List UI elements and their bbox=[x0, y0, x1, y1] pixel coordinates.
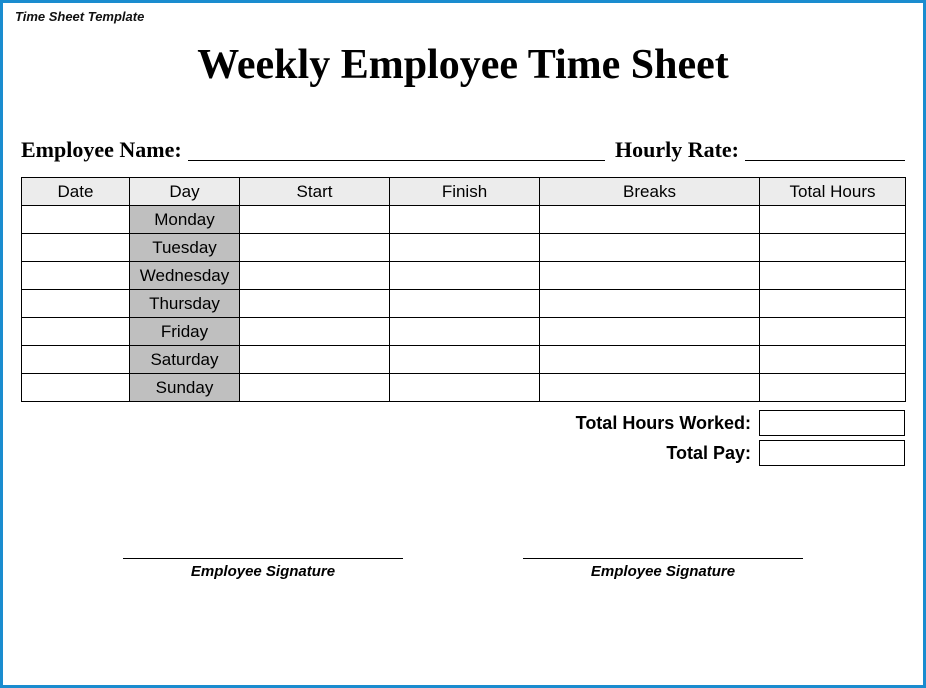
timesheet-page: Time Sheet Template Weekly Employee Time… bbox=[0, 0, 926, 688]
timesheet-table: Date Day Start Finish Breaks Total Hours… bbox=[21, 177, 906, 402]
col-total: Total Hours bbox=[760, 178, 906, 206]
employee-name-input[interactable] bbox=[188, 139, 605, 161]
cell-day: Wednesday bbox=[130, 262, 240, 290]
total-hours-worked-value[interactable] bbox=[759, 410, 905, 436]
table-row: Thursday bbox=[22, 290, 906, 318]
table-row: Sunday bbox=[22, 374, 906, 402]
cell-total[interactable] bbox=[760, 262, 906, 290]
total-pay-value[interactable] bbox=[759, 440, 905, 466]
table-row: Friday bbox=[22, 318, 906, 346]
cell-breaks[interactable] bbox=[540, 346, 760, 374]
cell-breaks[interactable] bbox=[540, 262, 760, 290]
cell-finish[interactable] bbox=[390, 346, 540, 374]
employee-name-label: Employee Name: bbox=[21, 137, 182, 163]
employee-signature-right: Employee Signature bbox=[523, 558, 803, 580]
table-header-row: Date Day Start Finish Breaks Total Hours bbox=[22, 178, 906, 206]
cell-total[interactable] bbox=[760, 290, 906, 318]
info-row: Employee Name: Hourly Rate: bbox=[3, 137, 923, 163]
hourly-rate-input[interactable] bbox=[745, 139, 905, 161]
cell-breaks[interactable] bbox=[540, 290, 760, 318]
col-day: Day bbox=[130, 178, 240, 206]
signature-line[interactable] bbox=[123, 558, 403, 559]
cell-breaks[interactable] bbox=[540, 374, 760, 402]
cell-total[interactable] bbox=[760, 234, 906, 262]
cell-date[interactable] bbox=[22, 374, 130, 402]
cell-start[interactable] bbox=[240, 234, 390, 262]
cell-start[interactable] bbox=[240, 346, 390, 374]
cell-start[interactable] bbox=[240, 206, 390, 234]
cell-breaks[interactable] bbox=[540, 234, 760, 262]
cell-finish[interactable] bbox=[390, 206, 540, 234]
col-start: Start bbox=[240, 178, 390, 206]
cell-start[interactable] bbox=[240, 290, 390, 318]
cell-day: Friday bbox=[130, 318, 240, 346]
cell-date[interactable] bbox=[22, 206, 130, 234]
cell-day: Monday bbox=[130, 206, 240, 234]
cell-finish[interactable] bbox=[390, 318, 540, 346]
cell-day: Saturday bbox=[130, 346, 240, 374]
cell-date[interactable] bbox=[22, 290, 130, 318]
hourly-rate-label: Hourly Rate: bbox=[615, 137, 739, 163]
table-row: Tuesday bbox=[22, 234, 906, 262]
cell-start[interactable] bbox=[240, 262, 390, 290]
cell-date[interactable] bbox=[22, 262, 130, 290]
cell-finish[interactable] bbox=[390, 262, 540, 290]
cell-day: Thursday bbox=[130, 290, 240, 318]
cell-total[interactable] bbox=[760, 374, 906, 402]
total-pay-row: Total Pay: bbox=[21, 438, 905, 468]
cell-finish[interactable] bbox=[390, 290, 540, 318]
cell-day: Sunday bbox=[130, 374, 240, 402]
employee-signature-left: Employee Signature bbox=[123, 558, 403, 580]
signature-label-right: Employee Signature bbox=[591, 563, 735, 580]
table-row: Monday bbox=[22, 206, 906, 234]
cell-date[interactable] bbox=[22, 234, 130, 262]
cell-finish[interactable] bbox=[390, 374, 540, 402]
cell-date[interactable] bbox=[22, 318, 130, 346]
cell-day: Tuesday bbox=[130, 234, 240, 262]
col-finish: Finish bbox=[390, 178, 540, 206]
table-row: Wednesday bbox=[22, 262, 906, 290]
col-breaks: Breaks bbox=[540, 178, 760, 206]
template-label: Time Sheet Template bbox=[15, 9, 144, 24]
cell-breaks[interactable] bbox=[540, 318, 760, 346]
signature-block: Employee Signature Employee Signature bbox=[3, 558, 923, 580]
col-date: Date bbox=[22, 178, 130, 206]
cell-breaks[interactable] bbox=[540, 206, 760, 234]
cell-start[interactable] bbox=[240, 318, 390, 346]
cell-date[interactable] bbox=[22, 346, 130, 374]
total-hours-row: Total Hours Worked: bbox=[21, 408, 905, 438]
total-pay-label: Total Pay: bbox=[666, 443, 759, 464]
cell-finish[interactable] bbox=[390, 234, 540, 262]
signature-line[interactable] bbox=[523, 558, 803, 559]
cell-total[interactable] bbox=[760, 206, 906, 234]
page-title: Weekly Employee Time Sheet bbox=[3, 41, 923, 89]
cell-total[interactable] bbox=[760, 318, 906, 346]
cell-total[interactable] bbox=[760, 346, 906, 374]
totals-block: Total Hours Worked: Total Pay: bbox=[21, 408, 905, 468]
cell-start[interactable] bbox=[240, 374, 390, 402]
table-row: Saturday bbox=[22, 346, 906, 374]
total-hours-worked-label: Total Hours Worked: bbox=[576, 413, 759, 434]
signature-label-left: Employee Signature bbox=[191, 563, 335, 580]
